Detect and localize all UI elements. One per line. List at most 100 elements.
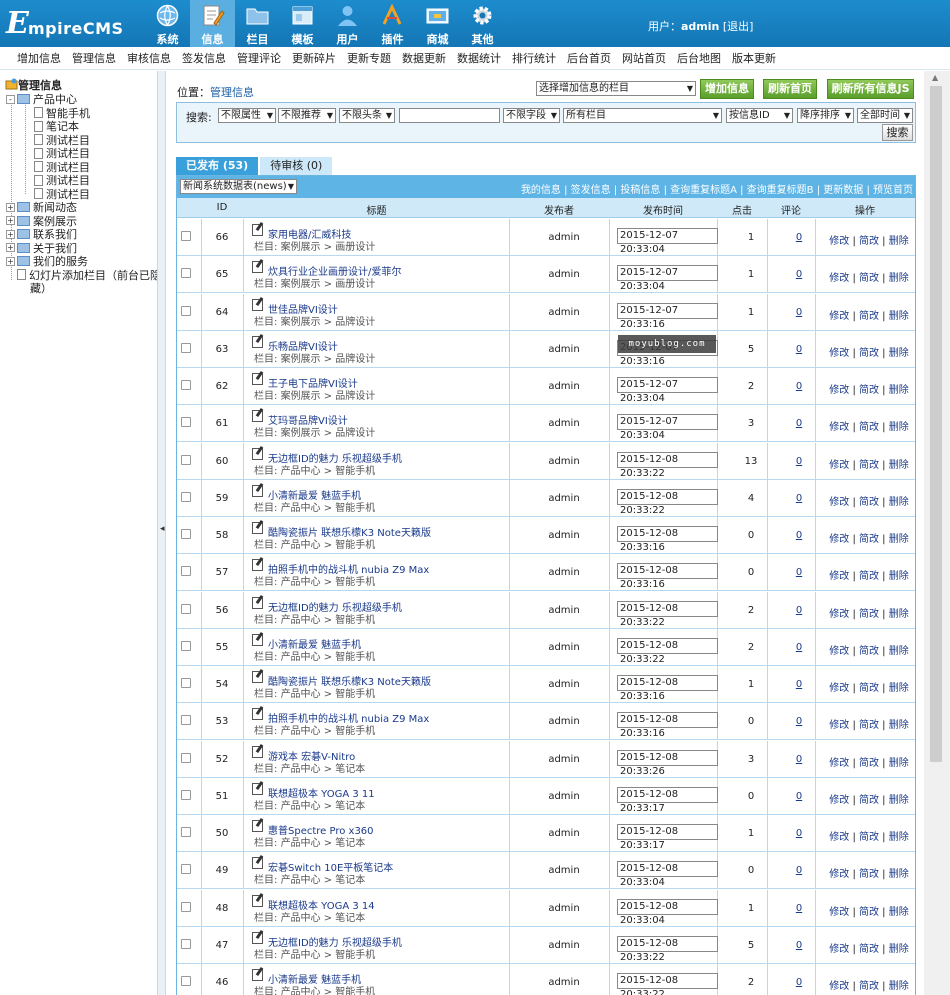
headline-select[interactable]: 不限头条 ▼: [339, 108, 395, 123]
edit-note-icon[interactable]: [252, 782, 263, 795]
row-time-field[interactable]: 2015-12-08 20:33:22: [617, 600, 718, 628]
expand-icon[interactable]: +: [6, 229, 15, 239]
add-info-button[interactable]: 增加信息: [700, 79, 754, 99]
row-checkbox[interactable]: [181, 231, 191, 241]
delete-link[interactable]: 删除: [889, 571, 909, 582]
quick-edit-link[interactable]: 简改: [859, 832, 879, 843]
row-time-field[interactable]: 2015-12-08 20:33:04: [617, 898, 718, 926]
edit-link[interactable]: 修改: [829, 907, 849, 918]
delete-link[interactable]: 删除: [889, 683, 909, 694]
add-column-select[interactable]: 选择增加信息的栏目 ▼: [536, 81, 696, 96]
quick-edit-link[interactable]: 简改: [859, 907, 879, 918]
scroll-thumb[interactable]: [930, 86, 942, 762]
edit-note-icon[interactable]: [252, 969, 263, 981]
breadcrumb-link[interactable]: 管理信息: [210, 86, 254, 99]
edit-link[interactable]: 修改: [829, 646, 849, 657]
row-comments-link[interactable]: 0: [775, 456, 823, 467]
edit-link[interactable]: 修改: [829, 236, 849, 247]
delete-link[interactable]: 删除: [889, 385, 909, 396]
row-time-field[interactable]: 2015-12-07 20:33:04: [617, 265, 718, 292]
quick-edit-link[interactable]: 简改: [859, 534, 879, 545]
edit-link[interactable]: 修改: [829, 497, 849, 508]
edit-link[interactable]: 修改: [829, 534, 849, 545]
quick-edit-link[interactable]: 简改: [859, 944, 879, 955]
tab-pending[interactable]: 待审核 (0): [260, 157, 333, 175]
tab-published[interactable]: 已发布 (53): [176, 157, 259, 175]
row-checkbox[interactable]: [181, 342, 191, 353]
delete-link[interactable]: 删除: [889, 720, 909, 731]
edit-link[interactable]: 修改: [829, 385, 849, 396]
topnav-item[interactable]: 其他: [460, 0, 505, 47]
row-comments-link[interactable]: 0: [775, 344, 823, 355]
submenu-item[interactable]: 更新专题: [347, 47, 391, 69]
edit-link[interactable]: 修改: [829, 311, 849, 322]
submenu-item[interactable]: 后台地图: [677, 47, 721, 69]
page-scrollbar[interactable]: ▲: [924, 71, 950, 995]
edit-note-icon[interactable]: [252, 410, 263, 423]
row-checkbox[interactable]: [181, 901, 191, 912]
row-checkbox[interactable]: [181, 454, 191, 465]
row-time-field[interactable]: 2015-12-08 20:33:16: [617, 675, 718, 702]
topnav-item[interactable]: 模板: [280, 0, 325, 47]
edit-note-icon[interactable]: [252, 335, 263, 348]
edit-link[interactable]: 修改: [829, 683, 849, 694]
row-comments-link[interactable]: 0: [775, 791, 823, 802]
edit-note-icon[interactable]: [252, 522, 263, 534]
delete-link[interactable]: 删除: [889, 646, 909, 657]
row-time-field[interactable]: 2015-12-08 20:33:17: [617, 824, 718, 851]
row-time-field[interactable]: 2015-12-07 20:33:04: [617, 414, 718, 441]
submenu-item[interactable]: 数据更新: [402, 47, 446, 69]
row-time-field[interactable]: 2015-12-08 20:33:22: [617, 488, 718, 516]
quick-edit-link[interactable]: 简改: [859, 422, 879, 433]
row-checkbox[interactable]: [181, 417, 191, 428]
row-comments-link[interactable]: 0: [775, 977, 823, 988]
edit-note-icon[interactable]: [252, 931, 263, 944]
quick-edit-link[interactable]: 简改: [859, 609, 879, 620]
edit-note-icon[interactable]: [252, 745, 263, 758]
edit-note-icon[interactable]: [252, 671, 263, 683]
edit-note-icon[interactable]: [252, 894, 263, 907]
row-comments-link[interactable]: 0: [775, 716, 823, 727]
quick-edit-link[interactable]: 简改: [859, 683, 879, 694]
quick-edit-link[interactable]: 简改: [859, 236, 879, 247]
quick-edit-link[interactable]: 简改: [859, 646, 879, 657]
edit-link[interactable]: 修改: [829, 869, 849, 880]
quick-edit-link[interactable]: 简改: [859, 460, 879, 471]
orderby-select[interactable]: 按信息ID ▼: [726, 108, 793, 123]
col-clicks[interactable]: 点击: [717, 202, 767, 217]
column-select[interactable]: 所有栏目 ▼: [563, 108, 722, 123]
quick-edit-link[interactable]: 简改: [859, 571, 879, 582]
row-comments-link[interactable]: 0: [775, 567, 823, 578]
expand-icon[interactable]: +: [6, 243, 15, 252]
quick-edit-link[interactable]: 简改: [859, 348, 879, 359]
quick-edit-link[interactable]: 简改: [859, 981, 879, 992]
quick-edit-link[interactable]: 简改: [859, 795, 879, 806]
col-id[interactable]: ID: [208, 202, 236, 213]
field-select[interactable]: 不限字段 ▼: [503, 108, 560, 123]
attr-select[interactable]: 不限属性 ▼: [218, 108, 276, 123]
edit-link[interactable]: 修改: [829, 422, 849, 433]
edit-note-icon[interactable]: [252, 224, 263, 236]
row-checkbox[interactable]: [181, 789, 191, 800]
topnav-item[interactable]: 用户: [325, 0, 370, 47]
edit-note-icon[interactable]: [252, 708, 263, 721]
row-checkbox[interactable]: [181, 305, 191, 316]
row-time-field[interactable]: 2015-12-08 20:33:22: [617, 451, 718, 479]
row-time-field[interactable]: 2015-12-08 20:33:16: [617, 563, 718, 590]
edit-note-icon[interactable]: [252, 298, 263, 311]
edit-note-icon[interactable]: [252, 633, 263, 646]
quick-edit-link[interactable]: 简改: [859, 497, 879, 508]
edit-note-icon[interactable]: [252, 447, 263, 460]
search-button[interactable]: 搜索: [882, 124, 913, 141]
edit-link[interactable]: 修改: [829, 981, 849, 992]
row-checkbox[interactable]: [181, 603, 191, 614]
edit-note-icon[interactable]: [252, 373, 263, 385]
row-checkbox[interactable]: [181, 678, 191, 688]
edit-note-icon[interactable]: [252, 484, 263, 497]
edit-link[interactable]: 修改: [829, 795, 849, 806]
row-time-field[interactable]: 2015-12-07 20:33:04: [617, 377, 718, 404]
edit-link[interactable]: 修改: [829, 609, 849, 620]
edit-note-icon[interactable]: [252, 596, 263, 609]
delete-link[interactable]: 删除: [889, 497, 909, 508]
submenu-item[interactable]: 网站首页: [622, 47, 666, 69]
